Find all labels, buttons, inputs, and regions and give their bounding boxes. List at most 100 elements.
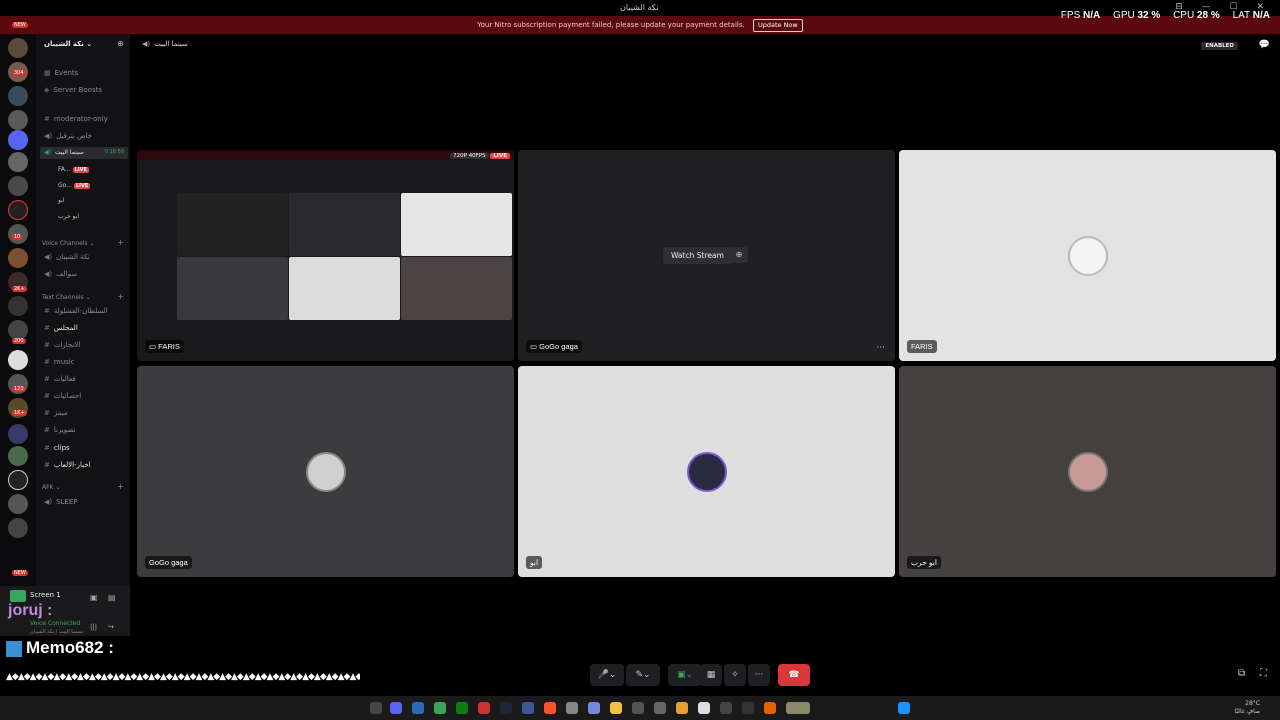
server-icon[interactable] <box>8 350 28 370</box>
app-icon[interactable] <box>742 702 754 714</box>
invite-people-icon[interactable]: ⊕ <box>117 39 124 48</box>
text-channel[interactable]: # احصائيات <box>44 392 81 400</box>
watch-together-icon[interactable]: ⊕ <box>730 247 748 263</box>
text-channel[interactable]: # المجلس <box>44 324 78 332</box>
text-channel[interactable]: # clips <box>44 444 70 452</box>
update-now-button[interactable]: Update Now <box>752 19 803 32</box>
stream-tile-faris[interactable]: 720P 40FPS LIVE ▭ FARIS <box>137 150 514 361</box>
microphone-button[interactable]: 🎤⌄ <box>590 664 624 686</box>
server-boosts-link[interactable]: ◈ Server Boosts <box>44 86 102 94</box>
steam-icon[interactable] <box>500 702 512 714</box>
server-icon[interactable] <box>8 130 28 150</box>
app-icon[interactable] <box>434 702 446 714</box>
voice-channels-category[interactable]: Voice Channels ⌄ <box>42 240 95 247</box>
app-icon[interactable] <box>588 702 600 714</box>
app-icon[interactable] <box>522 702 534 714</box>
voice-channel[interactable]: ◀) نكة الشيبان <box>44 253 90 261</box>
discord-icon[interactable] <box>390 702 402 714</box>
text-channel[interactable]: # تصويرنا <box>44 426 75 434</box>
screen-label: Screen 1 <box>30 591 61 599</box>
server-icon[interactable] <box>8 296 28 316</box>
text-channel[interactable]: # فعاليات <box>44 375 76 383</box>
text-channel[interactable]: # music <box>44 358 75 366</box>
text-channel[interactable]: # السلطان-الفشلولة <box>44 307 108 315</box>
afk-channel[interactable]: ◀) SLEEP <box>44 498 78 506</box>
folder-icon[interactable] <box>610 702 622 714</box>
server-icon[interactable] <box>8 200 28 220</box>
server-icon[interactable] <box>8 110 28 130</box>
text-channel[interactable]: # الانجازات <box>44 341 80 349</box>
disconnect-icon[interactable]: ↪ <box>108 623 114 631</box>
voice-user-abu-harb[interactable]: ابو حرب <box>58 213 79 220</box>
stream-tile-gogo[interactable]: Watch Stream ⊕ ▭ GoGo gaga ··· <box>518 150 895 361</box>
signal-icon[interactable]: ||| <box>90 623 97 631</box>
avatar <box>686 451 727 492</box>
user-tile-abu-harb[interactable]: ابو حرب <box>899 366 1276 577</box>
active-voice-channel[interactable]: ◀) سينما البيت 0:18:58 <box>40 147 128 159</box>
server-icon[interactable] <box>8 320 28 340</box>
watch-stream-button[interactable]: Watch Stream <box>663 247 732 264</box>
server-badge: 10 <box>12 234 23 240</box>
server-icon[interactable] <box>8 470 28 490</box>
hang-up-button[interactable]: ☎ <box>778 664 810 686</box>
stream-settings-icon[interactable]: ▣ <box>90 593 98 602</box>
server-icon[interactable] <box>8 446 28 466</box>
fullscreen-icon[interactable]: ⛶ <box>1260 668 1267 679</box>
tile-name: ▭ GoGo gaga <box>526 340 582 353</box>
soundboard-button[interactable]: ✧ <box>724 664 746 686</box>
app-icon[interactable] <box>786 702 810 714</box>
media-icon[interactable] <box>370 702 382 714</box>
channel-moderator-only[interactable]: # moderator-only <box>44 115 108 123</box>
user-tile-abu[interactable]: ابو <box>518 366 895 577</box>
voice-user-gogo[interactable]: Go... LIVE <box>58 182 91 189</box>
voice-user-faris[interactable]: FA... LIVE <box>58 166 89 173</box>
enabled-badge[interactable]: ENABLED <box>1201 42 1238 50</box>
server-icon[interactable] <box>8 86 28 106</box>
taskbar: 28°C صافٍ غالبًا <box>0 696 1280 720</box>
server-icon[interactable] <box>8 38 28 58</box>
server-icon[interactable] <box>8 176 28 196</box>
screen-share-button[interactable]: ▣⌄ <box>668 664 702 686</box>
app-icon[interactable] <box>676 702 688 714</box>
activities-button[interactable]: ▦ <box>700 664 722 686</box>
chat-icon[interactable]: 💬 <box>1259 40 1270 50</box>
system-tray[interactable]: 28°C صافٍ غالبًا <box>1235 700 1260 716</box>
app-icon[interactable] <box>412 702 424 714</box>
server-icon[interactable] <box>8 518 28 538</box>
server-icon[interactable] <box>8 152 28 172</box>
guild-name[interactable]: نكة الشيبان ⌄ <box>44 40 92 48</box>
add-afk-channel-icon[interactable]: + <box>117 482 124 491</box>
channel-voice-private[interactable]: ◀) خاص بترقيل <box>44 132 92 140</box>
app-icon[interactable] <box>566 702 578 714</box>
windows-start-icon[interactable] <box>898 702 910 714</box>
text-channels-category[interactable]: Text Channels ⌄ <box>42 294 91 301</box>
camera-button[interactable]: ✎⌄ <box>626 664 660 686</box>
user-tile-gogo[interactable]: GoGo gaga <box>137 366 514 577</box>
text-channel[interactable]: # ميمز <box>44 409 68 417</box>
app-icon[interactable] <box>698 702 710 714</box>
app-icon[interactable] <box>654 702 666 714</box>
app-icon[interactable] <box>632 702 644 714</box>
add-text-channel-icon[interactable]: + <box>117 292 124 301</box>
server-icon[interactable] <box>8 494 28 514</box>
voice-channel[interactable]: ◀) سوالف <box>44 270 77 278</box>
voice-connected-status[interactable]: Voice Connected <box>30 620 80 627</box>
xbox-icon[interactable] <box>456 702 468 714</box>
more-options-icon[interactable]: ··· <box>876 343 885 353</box>
server-icon[interactable] <box>8 248 28 268</box>
afk-category[interactable]: AFK ⌄ <box>42 484 60 491</box>
stop-stream-icon[interactable]: ▤ <box>108 593 116 602</box>
app-icon[interactable] <box>478 702 490 714</box>
add-voice-channel-icon[interactable]: + <box>117 238 124 247</box>
voice-user-abu[interactable]: ابو <box>58 197 64 204</box>
popout-icon[interactable]: ⧉ <box>1238 668 1245 679</box>
firefox-icon[interactable] <box>764 702 776 714</box>
events-link[interactable]: ▦ Events <box>44 69 78 77</box>
text-channel[interactable]: # اخبار-الالعاب <box>44 461 90 469</box>
hash-icon: # <box>44 461 50 469</box>
brave-icon[interactable] <box>544 702 556 714</box>
user-tile-faris[interactable]: FARIS <box>899 150 1276 361</box>
more-options-button[interactable]: ··· <box>748 664 770 686</box>
app-icon[interactable] <box>720 702 732 714</box>
server-icon[interactable] <box>8 424 28 444</box>
